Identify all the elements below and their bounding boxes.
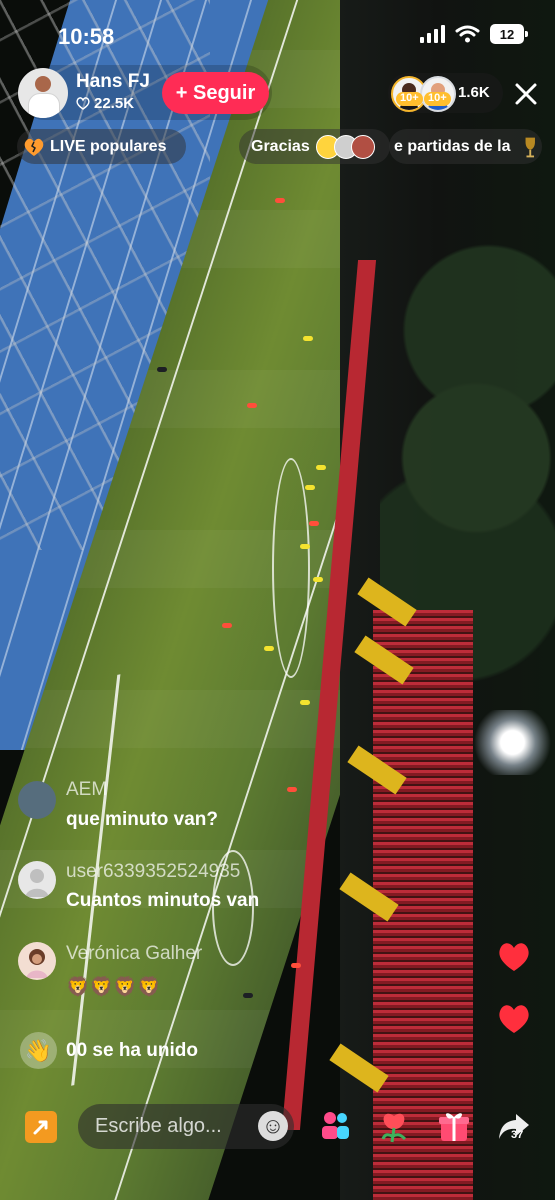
live-popular-pill[interactable]: LIVE populares <box>17 129 186 164</box>
heart-icon <box>499 943 529 971</box>
battery-icon: 12 <box>490 24 528 44</box>
comment-user[interactable]: user6339352524935 <box>66 861 240 883</box>
viewer-rank-badge: 10+ <box>424 92 451 106</box>
player <box>305 485 315 490</box>
heart-icon <box>499 1005 529 1033</box>
player <box>316 465 326 470</box>
player <box>222 623 232 628</box>
rose-icon[interactable] <box>376 1108 412 1144</box>
player <box>300 700 310 705</box>
broken-heart-icon <box>24 138 44 156</box>
signal-icon <box>420 25 445 43</box>
player <box>275 198 285 203</box>
player <box>313 577 323 582</box>
join-message: 00 se ha unido <box>66 1040 198 1061</box>
wave-icon: 👋 <box>20 1032 57 1069</box>
emoji-icon[interactable]: ☺ <box>258 1111 288 1141</box>
player <box>264 646 274 651</box>
viewer-count[interactable]: 1.6K <box>458 84 490 101</box>
comment-message: 🦁🦁🦁🦁 <box>66 977 161 998</box>
gift-avatar <box>351 135 375 159</box>
host-likes: 22.5K <box>76 95 134 112</box>
share-count: 37 <box>511 1129 524 1141</box>
player <box>300 544 310 549</box>
viewer-rank-badge: 10+ <box>396 92 423 106</box>
share-button[interactable] <box>25 1111 57 1143</box>
share-icon <box>33 1120 48 1135</box>
multi-guest-icon[interactable] <box>317 1108 353 1144</box>
host-avatar[interactable] <box>18 68 68 118</box>
player <box>287 787 297 792</box>
comment-user[interactable]: Verónica Galher <box>66 943 202 965</box>
status-icons: 12 <box>420 24 528 44</box>
player <box>247 403 257 408</box>
host-avatar-head <box>35 76 51 92</box>
trophy-icon <box>525 137 535 157</box>
player <box>243 993 253 998</box>
gift-icon[interactable] <box>436 1108 472 1144</box>
comment-message: que minuto van? <box>66 809 218 830</box>
player <box>291 963 301 968</box>
live-video-background <box>0 0 555 1200</box>
host-name[interactable]: Hans FJ <box>76 71 150 93</box>
host-avatar-body <box>28 93 60 118</box>
heart-icon <box>76 97 90 110</box>
follow-button[interactable]: + Seguir <box>162 72 269 114</box>
host-like-count: 22.5K <box>94 95 135 112</box>
comment-user[interactable]: AEM <box>66 779 107 801</box>
comment-avatar[interactable] <box>18 942 56 980</box>
comment-message: Cuantos minutos van <box>66 890 260 911</box>
comment-placeholder[interactable]: Escribe algo... <box>95 1115 222 1138</box>
comment-avatar[interactable] <box>18 861 56 899</box>
status-time: 10:58 <box>58 24 115 49</box>
close-icon[interactable] <box>512 80 540 108</box>
gracias-label: Gracias <box>251 137 310 155</box>
stadium-floodlight <box>470 710 555 775</box>
center-circle <box>272 458 310 678</box>
comment-avatar[interactable] <box>18 781 56 819</box>
match-topic-pill[interactable]: e partidas de la <box>389 129 542 164</box>
player <box>309 521 319 526</box>
live-popular-label: LIVE populares <box>50 137 167 155</box>
player <box>303 336 313 341</box>
wifi-icon <box>455 25 480 43</box>
player <box>157 367 167 372</box>
match-topic-label: e partidas de la <box>394 137 511 155</box>
